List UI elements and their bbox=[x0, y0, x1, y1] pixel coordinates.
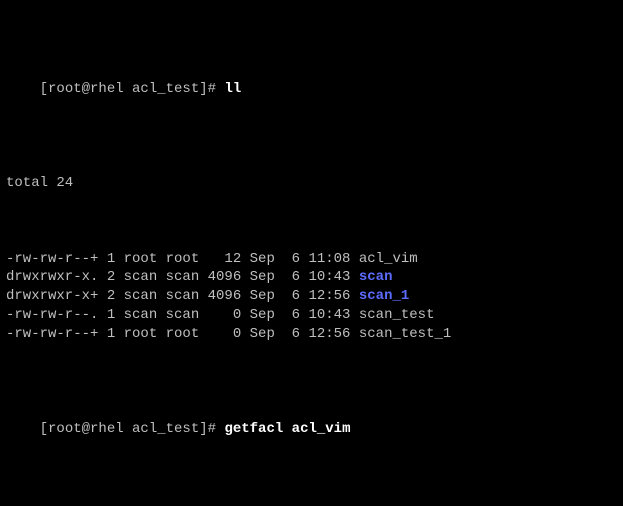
ls-perm: drwxrwxr-x+ 2 scan scan 4096 Sep 6 12:56 bbox=[6, 288, 359, 304]
ls-row: drwxrwxr-x. 2 scan scan 4096 Sep 6 10:43… bbox=[6, 268, 617, 287]
prompt: [root@rhel acl_test]# bbox=[40, 421, 225, 437]
ls-perm: -rw-rw-r--. 1 scan scan 0 Sep 6 10:43 bbox=[6, 307, 359, 323]
ls-name: scan_1 bbox=[359, 288, 409, 304]
command-ll: ll bbox=[224, 81, 241, 97]
terminal[interactable]: [root@rhel acl_test]# ll total 24 -rw-rw… bbox=[0, 0, 623, 506]
ls-row: drwxrwxr-x+ 2 scan scan 4096 Sep 6 12:56… bbox=[6, 287, 617, 306]
total-line: total 24 bbox=[6, 174, 617, 193]
ls-perm: -rw-rw-r--+ 1 root root 12 Sep 6 11:08 bbox=[6, 251, 359, 267]
ls-name: scan_test_1 bbox=[359, 326, 451, 342]
ls-name: scan bbox=[359, 269, 393, 285]
ls-row: -rw-rw-r--. 1 scan scan 0 Sep 6 10:43 sc… bbox=[6, 306, 617, 325]
ls-name: scan_test bbox=[359, 307, 435, 323]
ls-row: -rw-rw-r--+ 1 root root 0 Sep 6 12:56 sc… bbox=[6, 325, 617, 344]
ls-perm: drwxrwxr-x. 2 scan scan 4096 Sep 6 10:43 bbox=[6, 269, 359, 285]
ls-row: -rw-rw-r--+ 1 root root 12 Sep 6 11:08 a… bbox=[6, 250, 617, 269]
ls-perm: -rw-rw-r--+ 1 root root 0 Sep 6 12:56 bbox=[6, 326, 359, 342]
ls-name: acl_vim bbox=[359, 251, 418, 267]
command-getfacl: getfacl acl_vim bbox=[224, 421, 350, 437]
prompt: [root@rhel acl_test]# bbox=[40, 81, 225, 97]
